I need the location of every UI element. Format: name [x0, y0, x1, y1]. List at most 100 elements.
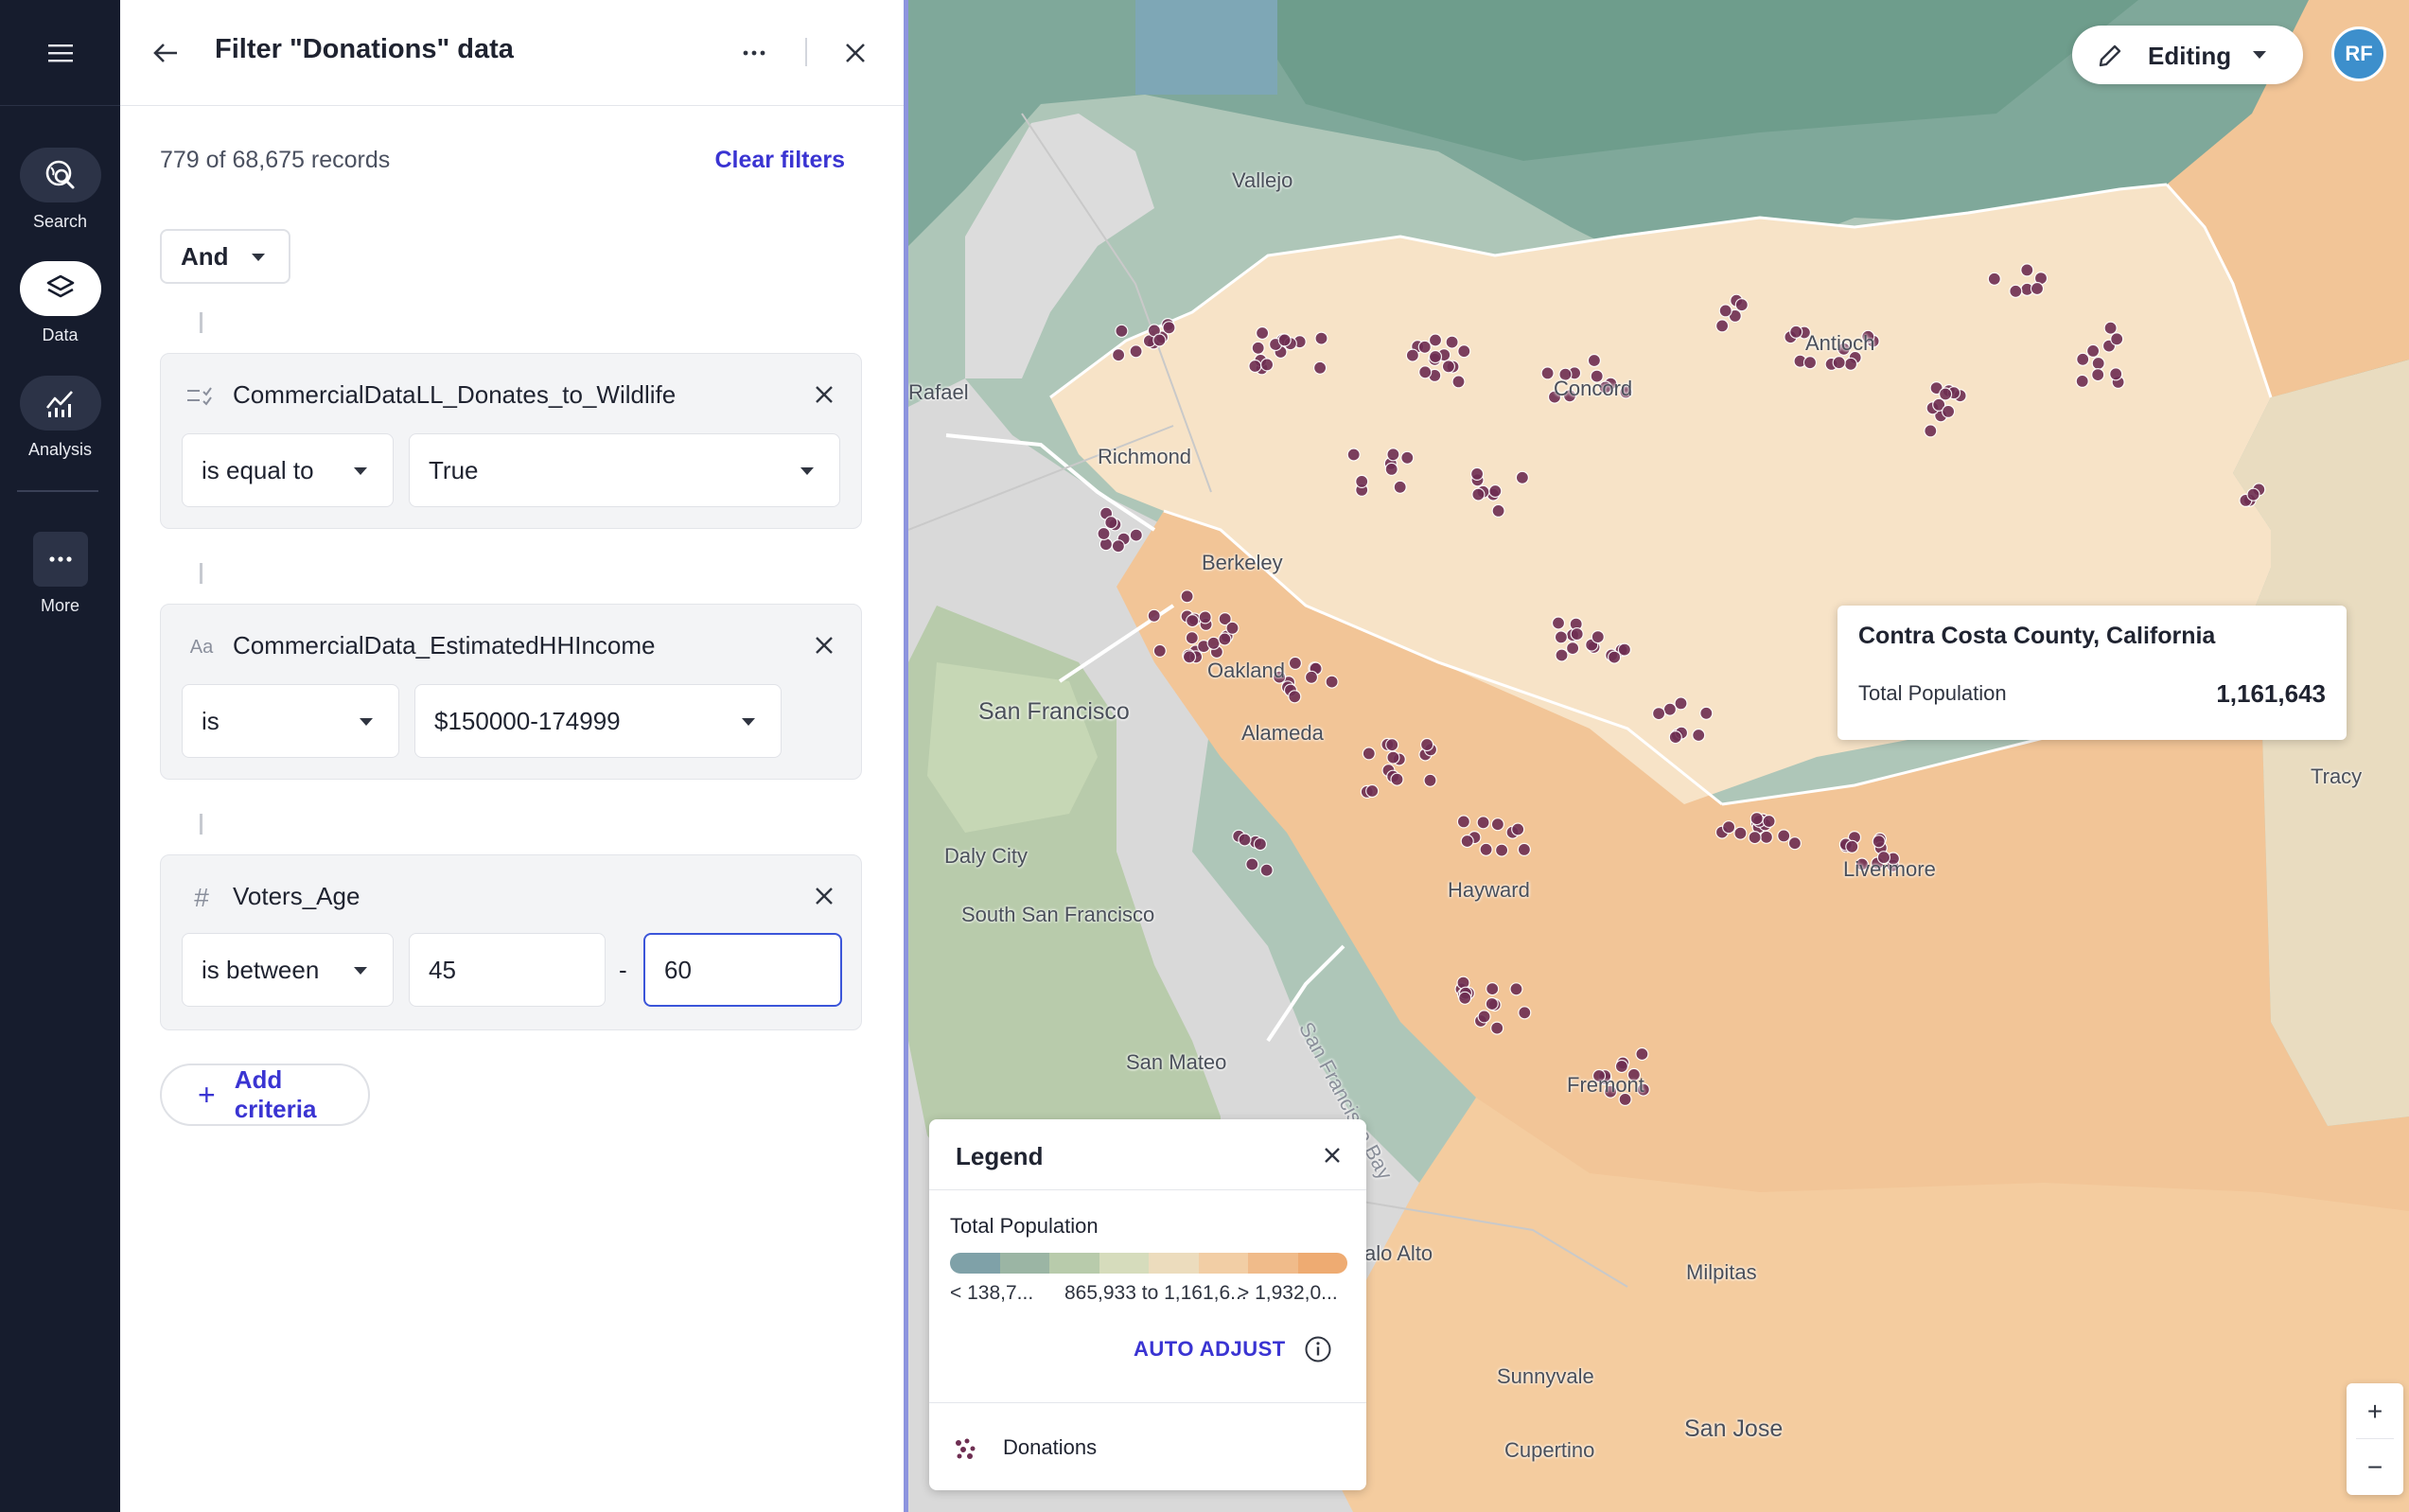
donation-point[interactable] [1362, 747, 1376, 761]
donation-point[interactable] [2076, 352, 2090, 366]
donation-point[interactable] [1445, 335, 1459, 349]
donation-point[interactable] [1651, 706, 1666, 721]
data-button[interactable] [19, 261, 101, 316]
donation-point[interactable] [1479, 842, 1493, 856]
donation-point[interactable] [1355, 474, 1369, 488]
avatar[interactable]: RF [2331, 26, 2386, 81]
zoom-out-button[interactable]: − [2347, 1439, 2403, 1495]
donation-point[interactable] [1405, 348, 1420, 362]
rail-item-search[interactable]: Search [0, 148, 120, 232]
donation-point[interactable] [1346, 448, 1361, 462]
legend-close-button[interactable] [1317, 1140, 1347, 1170]
donation-point[interactable] [1718, 304, 1732, 318]
donation-point[interactable] [1441, 360, 1456, 374]
donation-point[interactable] [1476, 816, 1490, 830]
donation-point[interactable] [1941, 404, 1956, 418]
donation-point[interactable] [1419, 737, 1434, 752]
add-criteria-button[interactable]: + Add criteria [160, 1064, 370, 1126]
donation-point[interactable] [1182, 650, 1197, 664]
donation-point[interactable] [1734, 298, 1749, 312]
donation-point[interactable] [1460, 834, 1474, 849]
donation-point[interactable] [1614, 1059, 1629, 1074]
remove-filter-button[interactable] [808, 629, 840, 661]
donation-point[interactable] [1457, 344, 1471, 359]
donation-point[interactable] [1938, 387, 1953, 401]
donation-point[interactable] [1111, 539, 1125, 554]
donation-point[interactable] [1721, 820, 1736, 835]
donation-point[interactable] [1259, 863, 1274, 877]
donation-point[interactable] [1762, 814, 1776, 829]
donation-point[interactable] [1924, 424, 1938, 438]
donation-point[interactable] [1987, 272, 2001, 286]
donation-point[interactable] [1400, 450, 1415, 465]
donation-point[interactable] [1587, 353, 1602, 368]
donation-point[interactable] [2109, 367, 2123, 381]
donation-point[interactable] [1428, 349, 1443, 364]
zoom-in-button[interactable]: + [2347, 1383, 2403, 1439]
donation-point[interactable] [1509, 982, 1523, 996]
remove-filter-button[interactable] [808, 378, 840, 411]
max-value-input[interactable]: 60 [643, 933, 842, 1007]
donation-point[interactable] [1491, 503, 1505, 519]
donation-point[interactable] [1386, 750, 1400, 765]
donation-point[interactable] [1218, 632, 1232, 646]
donation-point[interactable] [1787, 836, 1802, 851]
donation-point[interactable] [1393, 480, 1407, 494]
donation-point[interactable] [1777, 829, 1791, 843]
donation-point[interactable] [1129, 344, 1143, 359]
donation-point[interactable] [1112, 348, 1126, 362]
donation-point[interactable] [1635, 1046, 1649, 1062]
donation-point[interactable] [1551, 616, 1566, 630]
rail-item-analysis[interactable]: Analysis [0, 376, 120, 460]
donation-point[interactable] [1152, 643, 1167, 659]
donation-point[interactable] [1674, 696, 1688, 711]
donation-point[interactable] [1288, 690, 1302, 704]
donation-point[interactable] [1104, 516, 1118, 530]
donation-point[interactable] [1288, 656, 1302, 671]
donation-point[interactable] [1517, 842, 1532, 857]
donation-point[interactable] [1555, 648, 1569, 662]
donation-point[interactable] [2091, 356, 2105, 371]
donation-point[interactable] [1451, 375, 1466, 389]
donation-point[interactable] [1607, 650, 1622, 664]
donation-point[interactable] [1540, 366, 1555, 380]
donation-point[interactable] [1872, 835, 1886, 849]
operator-select[interactable]: is equal to [182, 433, 394, 507]
value-select[interactable]: True [409, 433, 840, 507]
donation-point[interactable] [1490, 818, 1505, 832]
donation-point[interactable] [2030, 281, 2045, 296]
donation-point[interactable] [1733, 826, 1748, 840]
editing-mode-button[interactable]: Editing [2072, 26, 2303, 84]
donation-point[interactable] [1565, 641, 1580, 656]
donation-point[interactable] [1469, 466, 1485, 481]
donation-point[interactable] [2085, 343, 2101, 358]
analysis-button[interactable] [19, 376, 101, 431]
donation-point[interactable] [1225, 621, 1240, 635]
donation-point[interactable] [1617, 642, 1632, 657]
donation-point[interactable] [1152, 333, 1167, 347]
donation-point[interactable] [2246, 487, 2260, 501]
donation-point[interactable] [1748, 830, 1762, 845]
info-icon[interactable] [1304, 1335, 1332, 1363]
operator-select[interactable]: is between [182, 933, 394, 1007]
donation-point[interactable] [1384, 462, 1398, 476]
donation-point[interactable] [1458, 991, 1472, 1005]
donation-point[interactable] [1162, 321, 1176, 335]
donation-point[interactable] [1591, 629, 1605, 644]
donation-point[interactable] [1304, 670, 1319, 684]
donation-point[interactable] [1251, 341, 1265, 355]
donation-point[interactable] [1494, 843, 1509, 857]
donation-point[interactable] [1418, 365, 1433, 379]
donation-point[interactable] [1115, 324, 1129, 338]
donation-point[interactable] [1277, 333, 1292, 347]
donation-point[interactable] [1180, 589, 1194, 604]
donation-point[interactable] [1129, 528, 1143, 542]
donation-point[interactable] [1314, 331, 1328, 345]
donation-point[interactable] [2103, 321, 2118, 335]
donation-point[interactable] [1428, 333, 1443, 347]
donation-point[interactable] [1802, 356, 1818, 370]
donation-point[interactable] [1477, 1010, 1491, 1024]
min-value-input[interactable]: 45 [409, 933, 606, 1007]
donation-point[interactable] [1570, 626, 1584, 642]
donation-point[interactable] [1554, 630, 1569, 644]
